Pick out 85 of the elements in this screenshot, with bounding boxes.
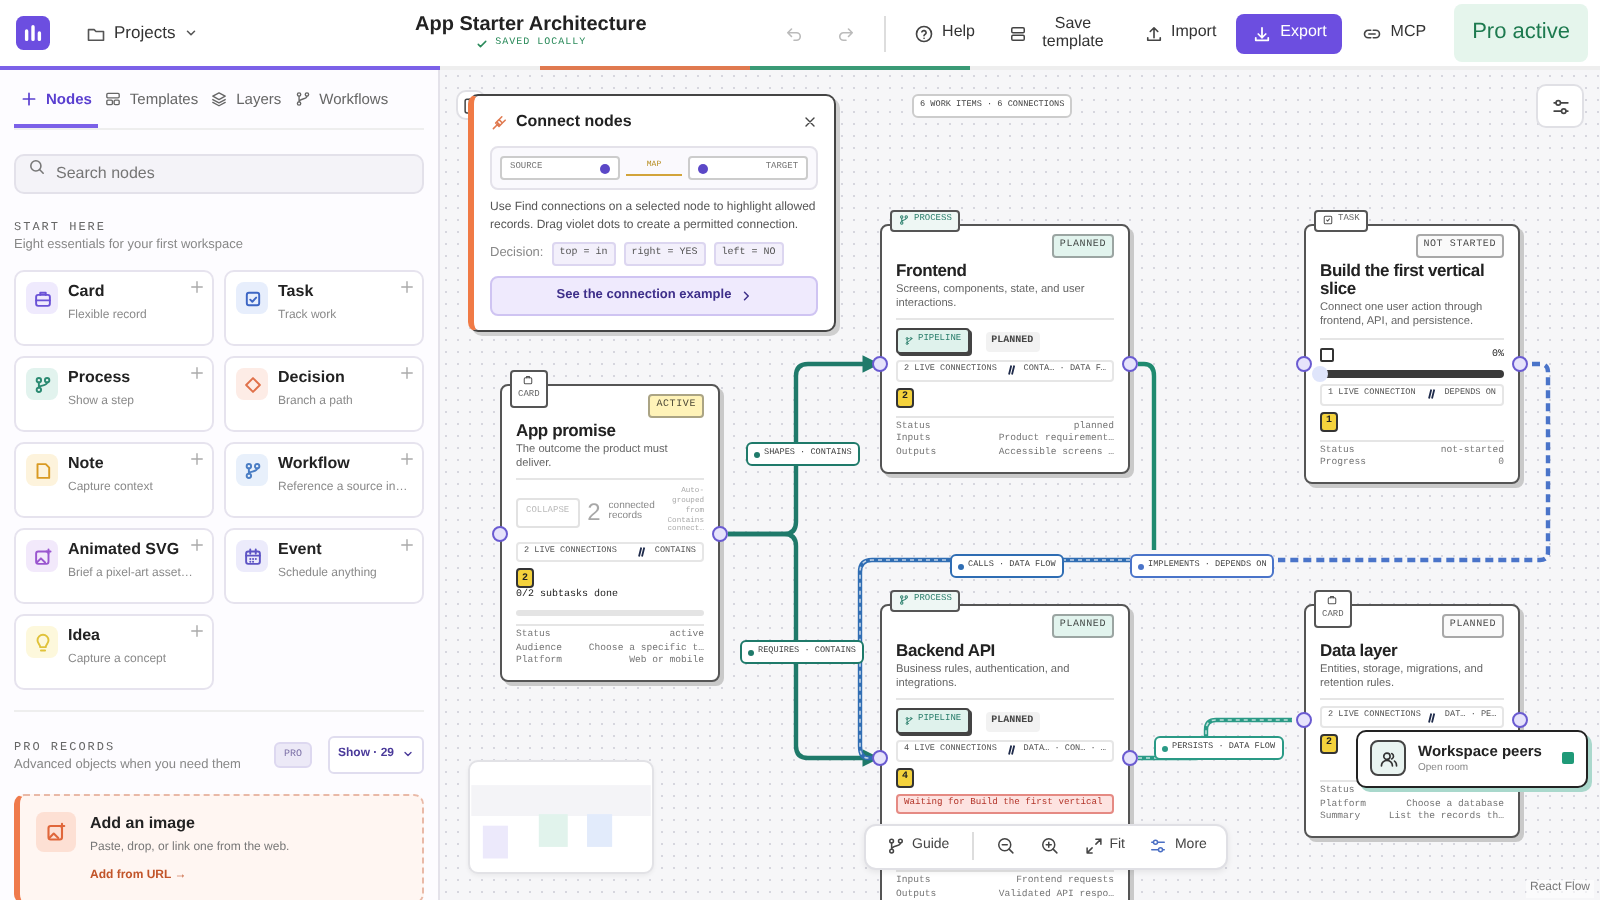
logo-icon[interactable] [16, 16, 50, 50]
mcp-button[interactable]: MCP [1350, 17, 1439, 49]
template-icon [1007, 23, 1027, 43]
branch-tile-icon [236, 454, 268, 486]
node-title: Backend API [896, 641, 997, 660]
connection-handle[interactable] [1512, 356, 1528, 372]
node-type-name: Process [68, 368, 133, 388]
close-icon [802, 114, 818, 130]
sliders-icon [1148, 836, 1169, 857]
node-title: Data layer [1320, 641, 1400, 660]
plus-icon [20, 90, 38, 109]
node-title: App promise [516, 421, 618, 440]
calendar-tile-icon [236, 540, 268, 572]
image-add-icon [44, 819, 68, 844]
undo-icon [784, 23, 805, 43]
plan-button[interactable]: Pro active [1454, 4, 1588, 62]
caret-icon [402, 748, 414, 761]
document-title: App Starter Architecture [414, 14, 647, 37]
lightbulb-tile-icon [26, 626, 58, 658]
stripes-icon [1426, 388, 1439, 401]
save-button[interactable]: Save template [995, 9, 1123, 57]
note-tile-icon [26, 454, 58, 486]
connection-handle[interactable] [492, 526, 508, 542]
import-button[interactable]: Import [1131, 17, 1229, 49]
chevron-icon [739, 289, 752, 302]
stripes-icon [636, 546, 649, 559]
upload-icon [1143, 23, 1163, 43]
settings-icon [1549, 95, 1571, 117]
node-title: Frontend [896, 261, 969, 280]
briefcase-icon [522, 374, 535, 386]
export-button[interactable]: Export [1236, 13, 1343, 53]
node-title: Build the first vertical slice [1320, 261, 1487, 299]
checkbox-tile-icon [236, 282, 268, 314]
branch-tile-icon [26, 368, 58, 400]
caret-icon [183, 26, 198, 40]
close-button[interactable] [802, 114, 818, 130]
briefcase-icon [1326, 594, 1339, 606]
node-card[interactable] [500, 384, 720, 683]
image-sparkle-tile-icon [26, 540, 58, 572]
connection-line[interactable] [1278, 361, 1551, 563]
download-icon [1252, 23, 1273, 43]
connection-handle[interactable] [1296, 356, 1312, 372]
help-button[interactable]: Help [902, 17, 987, 49]
template-icon [103, 90, 122, 109]
connection-handle[interactable] [712, 526, 728, 542]
task-checkbox[interactable] [1320, 347, 1334, 362]
zoom-in-icon [1039, 836, 1060, 857]
settings-button[interactable] [1536, 84, 1584, 128]
connected-count: 2 [587, 496, 601, 531]
branch-icon [886, 836, 906, 857]
folder-icon [86, 23, 106, 43]
connection-handle[interactable] [1296, 712, 1312, 728]
projects-dropdown[interactable]: Projects [74, 17, 210, 49]
branch-icon [293, 90, 312, 109]
layers-icon [210, 90, 229, 109]
checkbox-icon [1322, 214, 1334, 227]
branch-icon [904, 336, 914, 347]
node-type-name: Idea [68, 626, 103, 646]
stripes-icon [1005, 364, 1018, 377]
node-type-name: Workflow [278, 454, 352, 474]
search-field[interactable]: Search nodes [14, 153, 424, 194]
zoom-out-icon [995, 836, 1016, 857]
people-icon [1370, 740, 1406, 777]
connection-handle[interactable] [872, 356, 888, 372]
branch-icon [898, 214, 910, 227]
node-type-name: Animated SVG [68, 540, 182, 560]
node-type-name: Event [278, 540, 324, 560]
card-title: Add an image [90, 811, 197, 836]
plug-icon [490, 113, 508, 131]
help-icon [914, 23, 935, 43]
redo-icon [836, 23, 857, 43]
connection-handle[interactable] [1512, 712, 1528, 728]
diamond-tile-icon [236, 368, 268, 400]
search-icon [28, 157, 46, 176]
stripes-icon [1426, 711, 1439, 724]
link-icon [1362, 23, 1383, 43]
connection-handle[interactable] [1122, 356, 1138, 372]
node-type-name: Card [68, 282, 107, 302]
expand-icon [1083, 836, 1104, 857]
briefcase-tile-icon [26, 282, 58, 314]
check-icon [475, 38, 488, 50]
panel-title: Connect nodes [516, 110, 634, 134]
node-type-name: Note [68, 454, 106, 474]
node-type-name: Decision [278, 368, 347, 388]
node-type-name: Task [278, 282, 316, 302]
